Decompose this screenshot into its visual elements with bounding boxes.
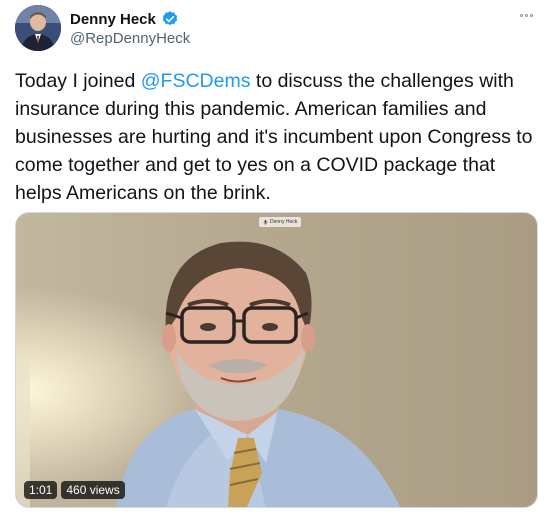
mention-link[interactable]: @FSCDems: [141, 70, 251, 92]
author-name-row: Denny Heck: [70, 10, 179, 28]
microphone-icon: [263, 219, 268, 225]
participant-name: Denny Heck: [270, 219, 298, 225]
avatar-image: [15, 5, 61, 51]
avatar[interactable]: [15, 5, 61, 51]
tweet-card: Denny Heck @RepDennyHeck Today I joined …: [0, 0, 550, 517]
tweet-text: Today I joined @FSCDems to discuss the c…: [15, 67, 543, 207]
video-frame: [16, 213, 537, 507]
view-count: 460 views: [61, 481, 125, 499]
more-options-icon[interactable]: [516, 8, 536, 22]
participant-label: Denny Heck: [259, 217, 302, 227]
author-handle[interactable]: @RepDennyHeck: [70, 30, 190, 47]
author-name[interactable]: Denny Heck: [70, 11, 156, 28]
video-duration: 1:01: [24, 481, 58, 499]
tweet-text-start: Today I joined: [15, 70, 141, 92]
verified-badge-icon: [161, 10, 179, 28]
video-badges: 1:01 460 views: [24, 481, 125, 499]
video-player[interactable]: Denny Heck 1:01 460 views: [15, 212, 538, 508]
